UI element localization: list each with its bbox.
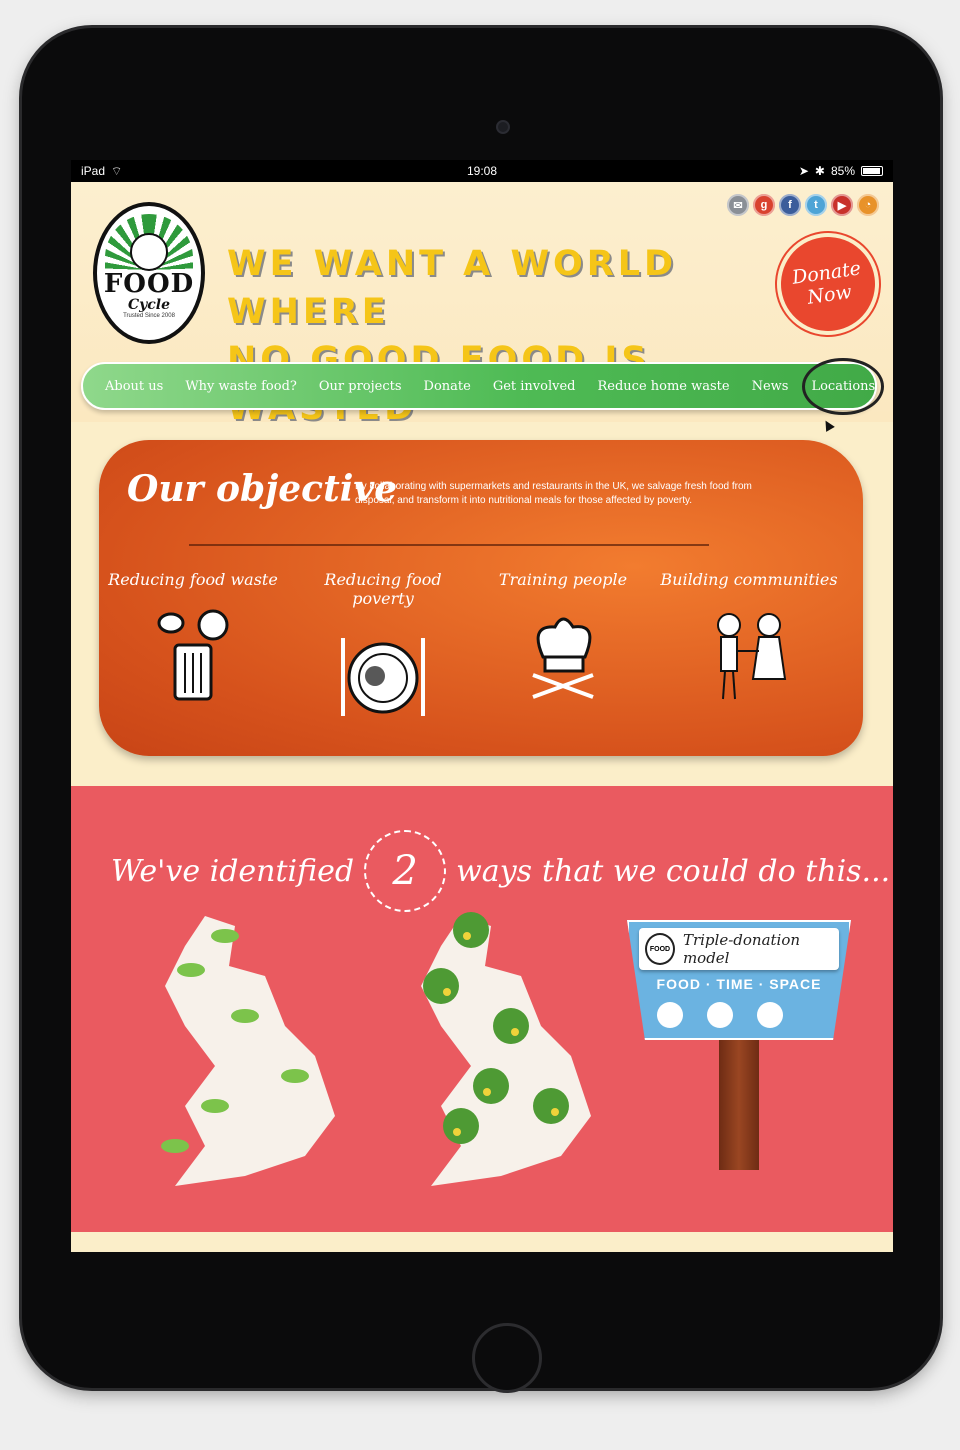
nav-item-our-projects[interactable]: Our projects: [319, 379, 402, 394]
battery-percent: 85%: [830, 164, 855, 178]
ways-number-circle: 2: [364, 830, 447, 912]
uk-map-seedlings-icon: [161, 916, 335, 1186]
twitter-icon[interactable]: t: [805, 194, 827, 216]
chef-hat-icon: [532, 617, 594, 699]
ways-title-after: that we could do this...: [542, 853, 891, 889]
status-time: 19:08: [466, 164, 498, 178]
ways-section: We've identified 2 ways that we could do…: [71, 780, 893, 1232]
triple-donation-sign[interactable]: FOOD Triple-donation model FOOD · TIME ·…: [627, 920, 851, 1170]
nav-item-reduce-home-waste[interactable]: Reduce home waste: [597, 379, 729, 394]
objective-panel: Our objective By collaborating with supe…: [99, 440, 863, 756]
logo-sub: Cycle: [127, 297, 171, 313]
objective-label: Building communities: [660, 570, 838, 589]
logo-text: FOOD: [103, 269, 195, 299]
facebook-icon[interactable]: f: [779, 194, 801, 216]
google-plus-icon[interactable]: g: [753, 194, 775, 216]
status-bar: iPad ⌔ 19:08 ➤ ✱ 85%: [71, 160, 893, 182]
main-nav: About us Why waste food? Our projects Do…: [81, 357, 885, 415]
ways-title-ways: ways: [456, 853, 533, 889]
nav-item-locations[interactable]: Locations: [802, 357, 885, 415]
sign-subtitle: FOOD · TIME · SPACE: [656, 976, 822, 992]
bluetooth-icon: ✱: [814, 164, 825, 178]
youtube-icon[interactable]: ▶: [831, 194, 853, 216]
objective-item: Building communities: [659, 570, 839, 710]
nav-item-about-us[interactable]: About us: [105, 379, 163, 394]
objective-item: Reducing food waste: [103, 570, 283, 710]
clock-icon: [707, 1002, 733, 1028]
divider: [189, 544, 709, 546]
logo-face-icon: [130, 233, 168, 271]
sign-post: [719, 1040, 759, 1170]
nav-item-news[interactable]: News: [752, 379, 789, 394]
objective-item: Training people: [473, 570, 653, 710]
ways-title-before: We've identified: [111, 853, 355, 889]
wifi-icon: ⌔: [111, 163, 123, 178]
logo-tiny: Trusted Since 2008: [123, 313, 175, 319]
fridge-icon: [757, 1002, 783, 1028]
objective-label: Reducing food poverty: [324, 570, 442, 608]
nav-item-get-involved[interactable]: Get involved: [493, 379, 576, 394]
home-button[interactable]: [472, 1323, 542, 1393]
site: FOOD Cycle Trusted Since 2008 WE WANT A …: [71, 182, 893, 1252]
social-links: ✉ g f t ▶ ◔: [727, 194, 879, 216]
battery-icon: [861, 166, 883, 176]
uk-map-trees-icon: [421, 912, 591, 1186]
ways-number: 2: [392, 848, 418, 894]
sign-icons: [657, 1002, 783, 1028]
objective-item: Reducing food poverty: [293, 570, 473, 729]
objective-label: Reducing food waste: [108, 570, 278, 589]
email-icon[interactable]: ✉: [727, 194, 749, 216]
bin-icon: [157, 609, 229, 701]
objective-text: By collaborating with supermarkets and r…: [355, 481, 752, 506]
plate-icon: [341, 638, 425, 716]
sign-logo: FOOD: [645, 933, 675, 965]
carrier-label: iPad: [81, 164, 106, 178]
ways-title: We've identified 2 ways that we could do…: [111, 830, 890, 912]
screen: iPad ⌔ 19:08 ➤ ✱ 85% FOOD Cycle Trusted …: [71, 160, 893, 1252]
location-icon: ➤: [798, 164, 809, 178]
sign-banner: FOOD Triple-donation model: [639, 928, 839, 970]
rss-icon[interactable]: ◔: [857, 194, 879, 216]
tagline-line-1: WE WANT A WORLD WHERE: [227, 244, 678, 332]
sign-title: Triple-donation model: [682, 931, 801, 967]
food-basket-icon: [657, 1002, 683, 1028]
nav-item-donate[interactable]: Donate: [424, 379, 471, 394]
camera-icon: [496, 120, 510, 134]
objective-label: Training people: [498, 570, 628, 589]
foodcycle-logo[interactable]: FOOD Cycle Trusted Since 2008: [93, 202, 205, 344]
nav-item-why-waste-food[interactable]: Why waste food?: [185, 379, 297, 394]
people-icon: [717, 613, 787, 700]
